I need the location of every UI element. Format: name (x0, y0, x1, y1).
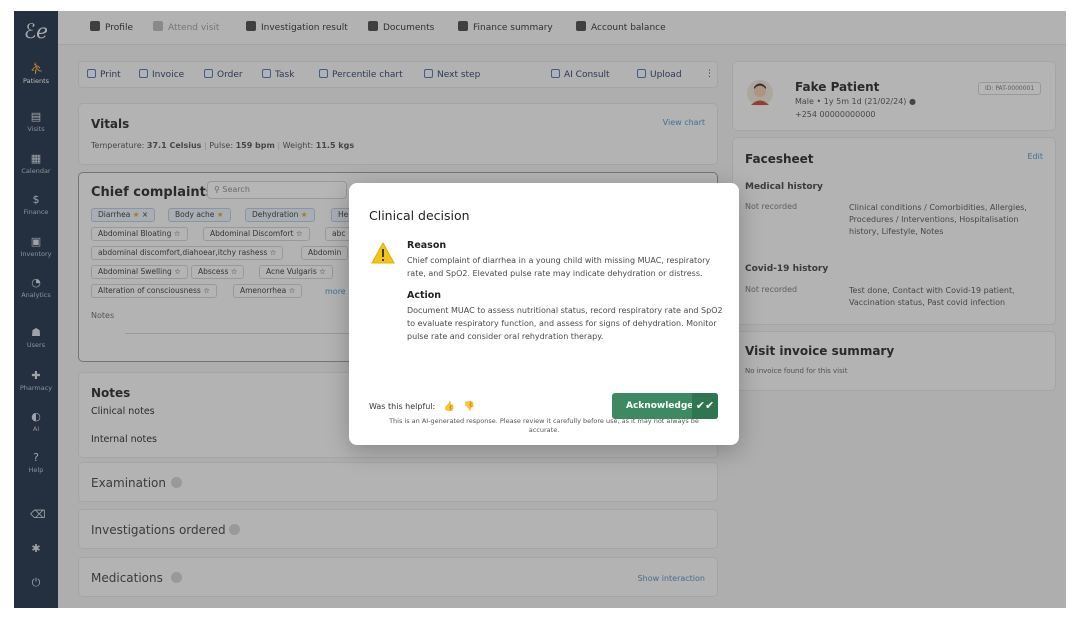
dialog-title: Clinical decision (369, 208, 470, 223)
acknowledge-button[interactable]: Acknowledge ✔✔ (612, 393, 718, 419)
feedback-label: Was this helpful: (369, 402, 436, 411)
acknowledge-label: Acknowledge (626, 401, 694, 411)
action-body: Document MUAC to assess nutritional stat… (407, 306, 723, 341)
thumbs-up-icon[interactable]: 👍 (444, 402, 455, 412)
feedback-row: Was this helpful: 👍 👎 (369, 402, 475, 412)
reason-body: Chief complaint of diarrhea in a young c… (407, 256, 711, 278)
double-check-icon: ✔✔ (692, 393, 718, 419)
app-window: ℰℯ ⛹ Patients ▤ Visits ▦ Calendar $ Fina… (14, 11, 1066, 608)
thumbs-down-icon[interactable]: 👎 (464, 402, 475, 412)
action-title: Action (407, 290, 442, 301)
warning-icon (371, 242, 395, 264)
clinical-decision-dialog: Clinical decision Reason Chief complaint… (349, 183, 739, 445)
ai-disclaimer: This is an AI-generated response. Please… (389, 417, 699, 434)
reason-title: Reason (407, 240, 447, 251)
